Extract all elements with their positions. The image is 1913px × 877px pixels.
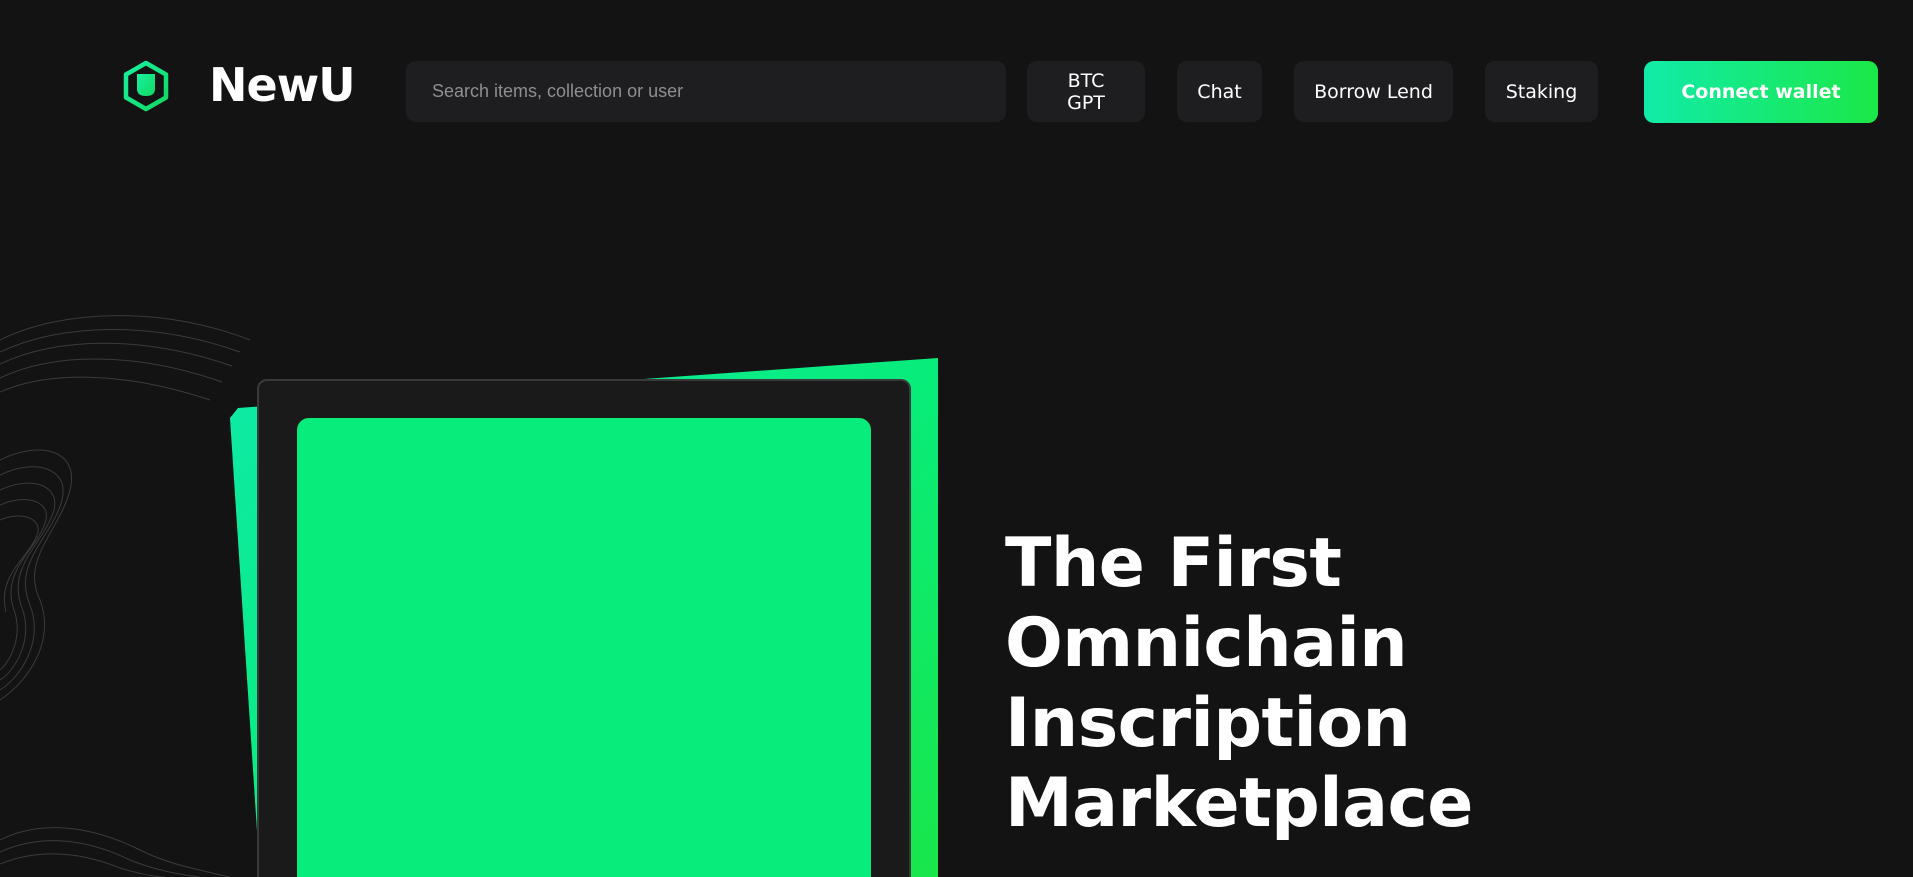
inscription-card-image[interactable]	[297, 418, 871, 877]
page: NewU BTC GPT Chat Borrow Lend Staking Co…	[0, 0, 1913, 877]
hero-title-line-2: Omnichain	[1005, 604, 1408, 683]
hero-title-line-3: Inscription	[1005, 684, 1411, 763]
hero-title: The First Omnichain Inscription Marketpl…	[1005, 524, 1473, 844]
hero-title-line-1: The First	[1005, 524, 1342, 603]
hero-title-line-4: Marketplace	[1005, 764, 1473, 843]
